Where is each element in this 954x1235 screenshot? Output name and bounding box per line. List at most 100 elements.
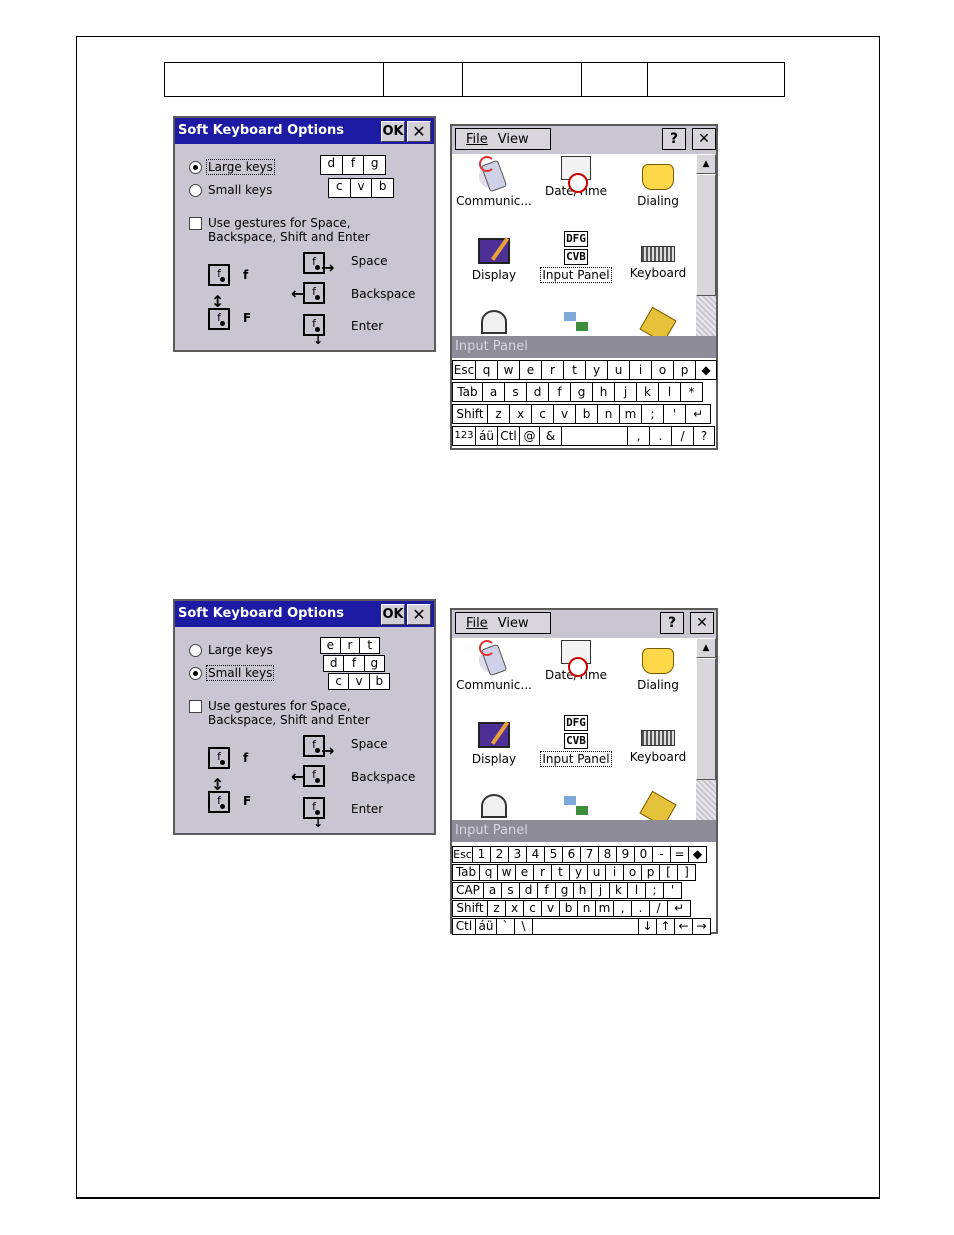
key[interactable]: d <box>519 882 538 899</box>
key[interactable]: ? <box>693 426 715 446</box>
key[interactable]: o <box>651 360 674 380</box>
key[interactable]: 5 <box>544 846 563 863</box>
key[interactable]: p <box>641 864 660 881</box>
key[interactable]: j <box>591 882 610 899</box>
key[interactable]: Tab <box>452 864 480 881</box>
owner-item[interactable] <box>616 790 696 820</box>
key[interactable]: l <box>627 882 646 899</box>
menu-view[interactable]: View <box>498 132 529 147</box>
key[interactable]: c <box>523 900 542 917</box>
arrow-right-key[interactable]: → <box>692 918 711 935</box>
key[interactable]: , <box>627 426 650 446</box>
mouse-item[interactable] <box>452 306 536 336</box>
menu-view[interactable]: View <box>498 616 529 631</box>
key[interactable]: b <box>559 900 578 917</box>
key[interactable]: i <box>629 360 652 380</box>
backspace-key[interactable]: ◆ <box>695 360 717 380</box>
small-keys-radio[interactable] <box>189 183 202 197</box>
key[interactable]: r <box>533 864 552 881</box>
key[interactable]: 123 <box>452 426 476 446</box>
key[interactable]: q <box>479 864 498 881</box>
key[interactable]: / <box>671 426 694 446</box>
date-time-item[interactable]: Date/Time <box>534 156 618 198</box>
arrow-left-key[interactable]: ← <box>674 918 693 935</box>
key[interactable]: - <box>652 846 671 863</box>
key[interactable]: ; <box>641 404 664 424</box>
key[interactable]: @ <box>519 426 540 446</box>
input-panel-item[interactable]: DFG CVB Input Panel <box>534 230 618 283</box>
key[interactable]: s <box>504 382 527 402</box>
gestures-checkbox[interactable] <box>189 217 202 230</box>
key[interactable]: p <box>673 360 696 380</box>
large-keys-option[interactable]: Large keys <box>189 158 275 176</box>
vertical-scrollbar[interactable]: ▲ <box>696 154 716 336</box>
key[interactable]: h <box>573 882 592 899</box>
key[interactable]: x <box>505 900 524 917</box>
key[interactable]: ; <box>645 882 664 899</box>
key[interactable]: Shift <box>452 404 488 424</box>
help-button[interactable]: ? <box>660 612 684 634</box>
help-button[interactable]: ? <box>662 128 686 150</box>
key[interactable]: a <box>483 882 502 899</box>
gestures-checkbox[interactable] <box>189 700 202 713</box>
key[interactable]: g <box>570 382 593 402</box>
scroll-track[interactable] <box>696 780 716 820</box>
gestures-option[interactable]: Use gestures for Space, Backspace, Shift… <box>189 216 370 244</box>
large-keys-radio[interactable] <box>189 643 202 657</box>
key[interactable]: ' <box>663 404 686 424</box>
scroll-track[interactable] <box>696 296 716 336</box>
vertical-scrollbar[interactable]: ▲ <box>696 638 716 820</box>
display-item[interactable]: Display <box>452 716 536 766</box>
key[interactable]: , <box>613 900 632 917</box>
key[interactable]: y <box>585 360 608 380</box>
key[interactable]: 8 <box>598 846 617 863</box>
key[interactable]: m <box>595 900 614 917</box>
shift-key[interactable]: Shift <box>452 900 488 917</box>
key[interactable]: j <box>614 382 637 402</box>
key[interactable]: t <box>563 360 586 380</box>
key[interactable]: f <box>548 382 571 402</box>
key[interactable]: . <box>631 900 650 917</box>
ok-button[interactable]: OK <box>381 121 405 142</box>
key[interactable]: f <box>537 882 556 899</box>
caps-key[interactable]: CAP <box>452 882 484 899</box>
key[interactable]: ` <box>496 918 515 935</box>
key[interactable]: z <box>487 404 510 424</box>
key[interactable]: r <box>541 360 564 380</box>
key[interactable]: \ <box>514 918 533 935</box>
backspace-key[interactable]: ◆ <box>688 846 707 863</box>
key[interactable]: 3 <box>508 846 527 863</box>
arrow-up-key[interactable]: ↑ <box>656 918 675 935</box>
space-key[interactable] <box>532 918 639 935</box>
key[interactable]: k <box>609 882 628 899</box>
key[interactable]: a <box>482 382 505 402</box>
key[interactable]: y <box>569 864 588 881</box>
key[interactable]: 9 <box>616 846 635 863</box>
scroll-up-icon[interactable]: ▲ <box>696 638 716 658</box>
key[interactable]: 4 <box>526 846 545 863</box>
key[interactable]: w <box>497 360 520 380</box>
key[interactable]: = <box>670 846 689 863</box>
key[interactable]: w <box>497 864 516 881</box>
key[interactable]: e <box>519 360 542 380</box>
key[interactable]: z <box>487 900 506 917</box>
key[interactable]: x <box>509 404 532 424</box>
key[interactable]: ] <box>677 864 696 881</box>
close-button[interactable]: ✕ <box>407 604 431 625</box>
space-key[interactable] <box>561 426 628 446</box>
enter-key[interactable]: ↵ <box>667 900 691 917</box>
close-button[interactable]: ✕ <box>690 612 714 634</box>
key[interactable]: * <box>680 382 703 402</box>
key[interactable]: m <box>619 404 642 424</box>
key[interactable]: n <box>597 404 620 424</box>
key[interactable]: g <box>555 882 574 899</box>
key[interactable]: Esc <box>452 846 473 863</box>
key[interactable]: áü <box>475 918 497 935</box>
menu-file[interactable]: File <box>466 132 488 147</box>
key[interactable]: . <box>649 426 672 446</box>
key[interactable]: d <box>526 382 549 402</box>
mouse-item[interactable] <box>452 790 536 820</box>
key[interactable]: k <box>636 382 659 402</box>
large-keys-radio[interactable] <box>189 160 202 174</box>
ok-button[interactable]: OK <box>381 604 405 625</box>
